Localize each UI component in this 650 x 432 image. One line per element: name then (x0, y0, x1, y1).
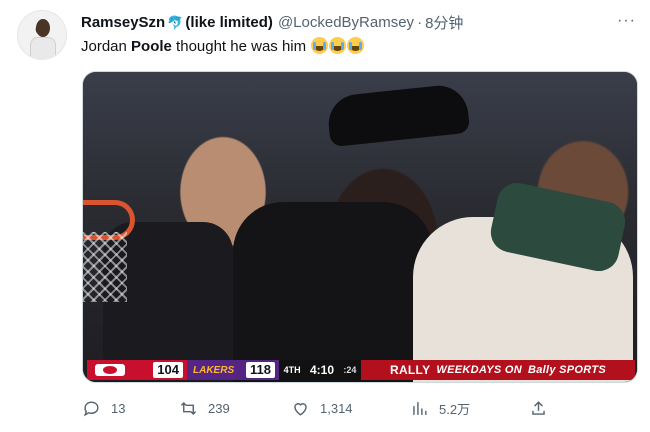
tweet-media-image[interactable]: 104 LAKERS 118 4TH 4:10 :24 RALLY WEEKDA… (82, 71, 638, 383)
shot-clock: :24 (343, 365, 357, 375)
bar-chart-icon (413, 402, 427, 415)
game-clock-block: 4TH 4:10 :24 (279, 360, 361, 380)
heart-icon (294, 403, 307, 416)
sponsor-banner: RALLY WEEKDAYS ON Bally SPORTS (361, 360, 635, 380)
retweet-icon (180, 401, 197, 416)
dolphin-icon: 🐬 (167, 14, 184, 30)
tweet-text-start: Jordan (81, 38, 132, 55)
author-handle[interactable]: @LockedByRamsey (278, 14, 414, 31)
share-button[interactable] (529, 399, 548, 418)
lakers-logo: LAKERS (193, 364, 235, 376)
header-separator: · (417, 14, 423, 31)
loudly-crying-face-icon (329, 37, 347, 54)
scoreboard-bar: 104 LAKERS 118 4TH 4:10 :24 RALLY WEEKDA… (87, 360, 635, 380)
author-display-name[interactable]: RamseySzn (81, 14, 165, 31)
more-options-icon[interactable]: ··· (617, 12, 636, 30)
sponsor-network: Bally SPORTS (528, 364, 606, 376)
retweet-count: 239 (208, 401, 230, 416)
team-b-block: LAKERS 118 (187, 360, 279, 380)
share-icon (532, 401, 545, 415)
spectator-cap (325, 82, 471, 148)
basketball-net (83, 232, 127, 302)
tweet-text-end: thought he was him (171, 38, 307, 55)
sponsor-text: WEEKDAYS ON (436, 364, 523, 376)
sponsor-brand: RALLY (390, 363, 431, 377)
views-button[interactable]: 5.2万 (410, 399, 470, 418)
spectator-center (233, 202, 433, 382)
team-b-score: 118 (246, 362, 275, 378)
loudly-crying-face-icon (311, 37, 329, 54)
like-count: 1,314 (320, 401, 353, 416)
tweet-action-bar: 13 239 1,314 5.2万 (0, 399, 650, 421)
author-avatar[interactable] (17, 10, 67, 60)
tweet-text-bold: Poole (131, 38, 172, 55)
team-a-score: 104 (153, 362, 183, 378)
retweet-button[interactable]: 239 (179, 399, 230, 418)
views-count: 5.2万 (439, 402, 471, 417)
reply-icon (83, 401, 99, 417)
avatar-head (36, 19, 50, 37)
team-a-block: 104 (87, 360, 187, 380)
author-name-suffix[interactable]: (like limited) (185, 14, 273, 31)
courtside-photo (83, 72, 637, 382)
reply-button[interactable]: 13 (82, 399, 125, 418)
tweet-text: Jordan Poole thought he was him (81, 37, 365, 55)
hawks-logo-icon (95, 364, 125, 376)
tweet-header: RamseySzn 🐬 (like limited) @LockedByRams… (81, 12, 463, 33)
tweet-timestamp[interactable]: 8分钟 (425, 12, 463, 33)
reply-count: 13 (111, 401, 126, 416)
loudly-crying-face-icon (347, 37, 365, 54)
game-clock: 4:10 (309, 363, 335, 377)
like-button[interactable]: 1,314 (291, 399, 353, 418)
quarter-label: 4TH (283, 365, 301, 375)
avatar-body (30, 37, 56, 59)
